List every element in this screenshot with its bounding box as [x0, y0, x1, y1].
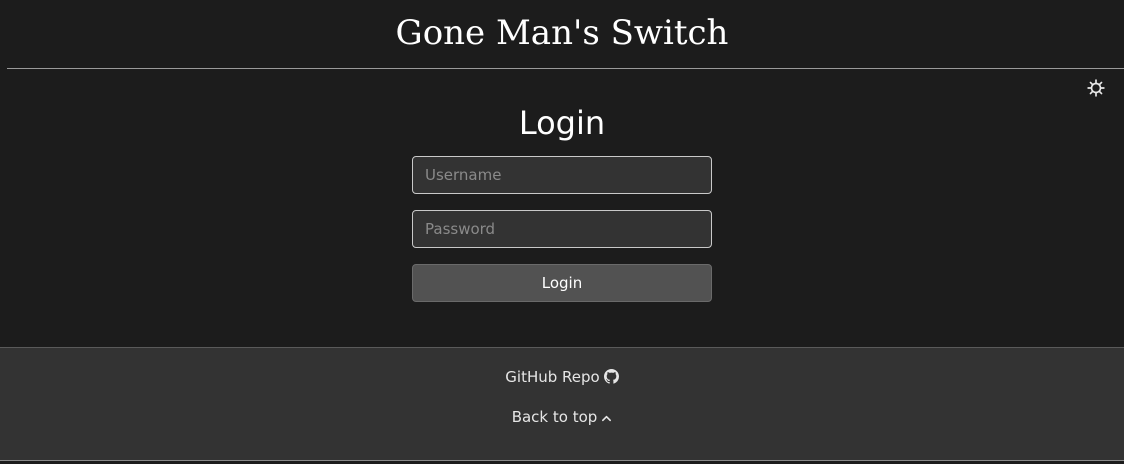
chevron-up-icon — [601, 409, 612, 429]
back-to-top-label: Back to top — [511, 408, 598, 426]
back-to-top-link[interactable]: Back to top — [0, 407, 1124, 429]
header-divider — [7, 68, 1124, 69]
login-button[interactable]: Login — [412, 264, 712, 302]
theme-toggle-button[interactable] — [1085, 77, 1107, 99]
gear-icon — [1087, 79, 1105, 97]
username-input[interactable] — [412, 156, 712, 194]
footer: GitHub Repo Back to top — [0, 347, 1124, 460]
password-input[interactable] — [412, 210, 712, 248]
github-icon — [603, 369, 619, 389]
site-header: Gone Man's Switch — [0, 0, 1124, 68]
page-bottom-divider — [0, 460, 1124, 464]
login-heading: Login — [518, 104, 606, 142]
site-title: Gone Man's Switch — [395, 13, 729, 53]
github-repo-link[interactable]: GitHub Repo — [0, 367, 1124, 389]
github-repo-label: GitHub Repo — [505, 368, 600, 386]
